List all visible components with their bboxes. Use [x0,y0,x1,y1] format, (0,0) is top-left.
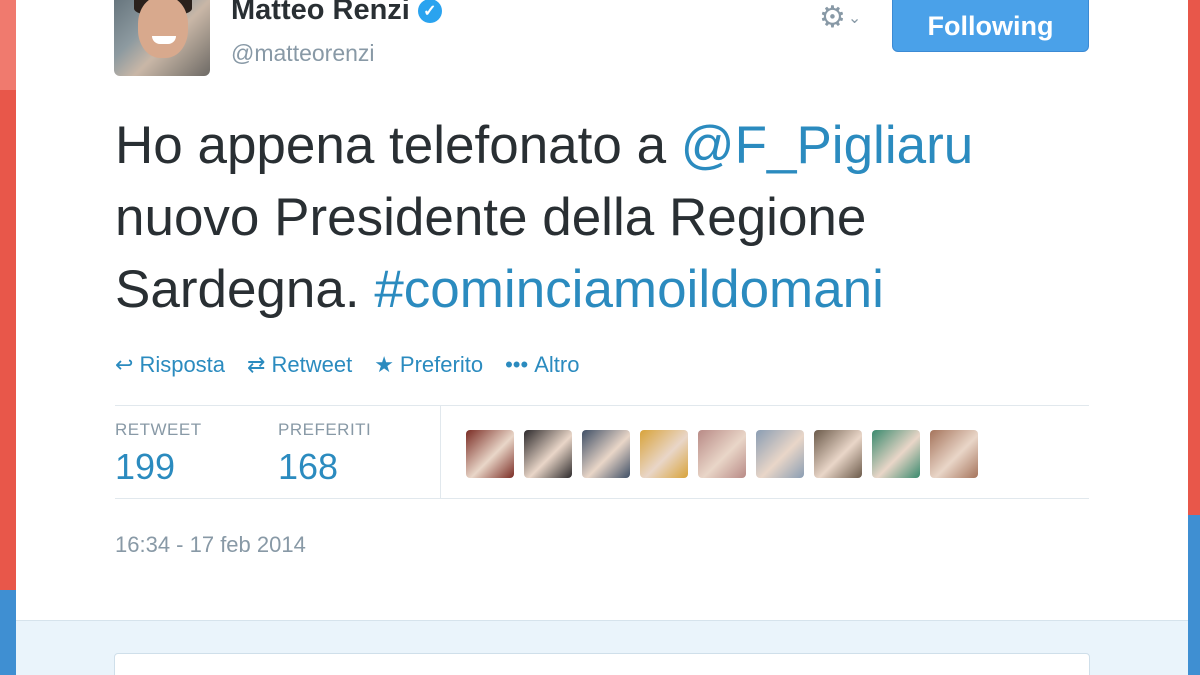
favorite-button[interactable]: ★ Preferito [374,352,483,378]
following-button[interactable]: Following [892,0,1089,52]
reply-icon: ↩ [115,352,134,377]
tweet-actions: ↩ Risposta ⇄ Retweet ★ Preferito ••• Alt… [115,352,579,378]
favoriter-avatar[interactable] [640,430,688,478]
more-icon: ••• [505,352,529,377]
background-stripe-left [0,0,16,675]
user-name[interactable]: Matteo Renzi ✓ [231,0,442,27]
star-icon: ★ [374,352,394,377]
stats-divider-vertical [440,405,441,499]
favoriter-avatar[interactable] [524,430,572,478]
favoriter-avatar[interactable] [582,430,630,478]
favorite-stat[interactable]: PREFERITI 168 [278,420,371,488]
favoriter-avatar[interactable] [698,430,746,478]
favorite-count: 168 [278,446,339,487]
retweet-button[interactable]: ⇄ Retweet [247,352,352,378]
retweet-stat[interactable]: RETWEET 199 [115,420,202,488]
favoriter-avatar[interactable] [466,430,514,478]
reply-input[interactable] [114,653,1090,675]
favoriter-avatar[interactable] [930,430,978,478]
favoriter-avatar[interactable] [756,430,804,478]
retweet-icon: ⇄ [247,352,266,377]
tweet-card: Matteo Renzi ✓ @matteorenzi ⚙ ⌄ Followin… [16,0,1188,620]
chevron-down-icon: ⌄ [847,9,862,27]
user-actions-menu[interactable]: ⚙ ⌄ [819,0,861,35]
favoriters-list [466,430,978,478]
tweet-timestamp[interactable]: 16:34 - 17 feb 2014 [115,532,306,558]
gear-icon: ⚙ [819,1,846,34]
retweet-stat-label: RETWEET [115,420,202,439]
more-label: Altro [534,352,580,377]
retweet-count: 199 [115,446,176,487]
stats-divider-top [115,405,1089,406]
reply-button[interactable]: ↩ Risposta [115,352,225,378]
reply-area [16,620,1188,675]
favoriter-avatar[interactable] [872,430,920,478]
background-stripe-right [1186,0,1200,675]
retweet-label: Retweet [271,352,353,377]
favorite-stat-label: PREFERITI [278,420,372,439]
stats-divider-bottom [115,498,1089,499]
favoriter-avatar[interactable] [814,430,862,478]
more-button[interactable]: ••• Altro [505,352,579,378]
mention-link[interactable]: @F_Pigliaru [681,116,973,175]
user-name-text[interactable]: Matteo Renzi [231,0,410,27]
tweet-text-part1: Ho appena telefonato a [115,116,681,175]
avatar-face [138,0,188,58]
avatar[interactable] [114,0,210,76]
tweet-text: Ho appena telefonato a @F_Pigliaru nuovo… [115,110,1115,326]
hashtag-link[interactable]: #cominciamoildomani [374,260,884,319]
user-handle[interactable]: @matteorenzi [231,40,375,67]
favorite-label: Preferito [399,352,484,377]
reply-label: Risposta [139,352,226,377]
verified-badge-icon: ✓ [417,0,442,23]
